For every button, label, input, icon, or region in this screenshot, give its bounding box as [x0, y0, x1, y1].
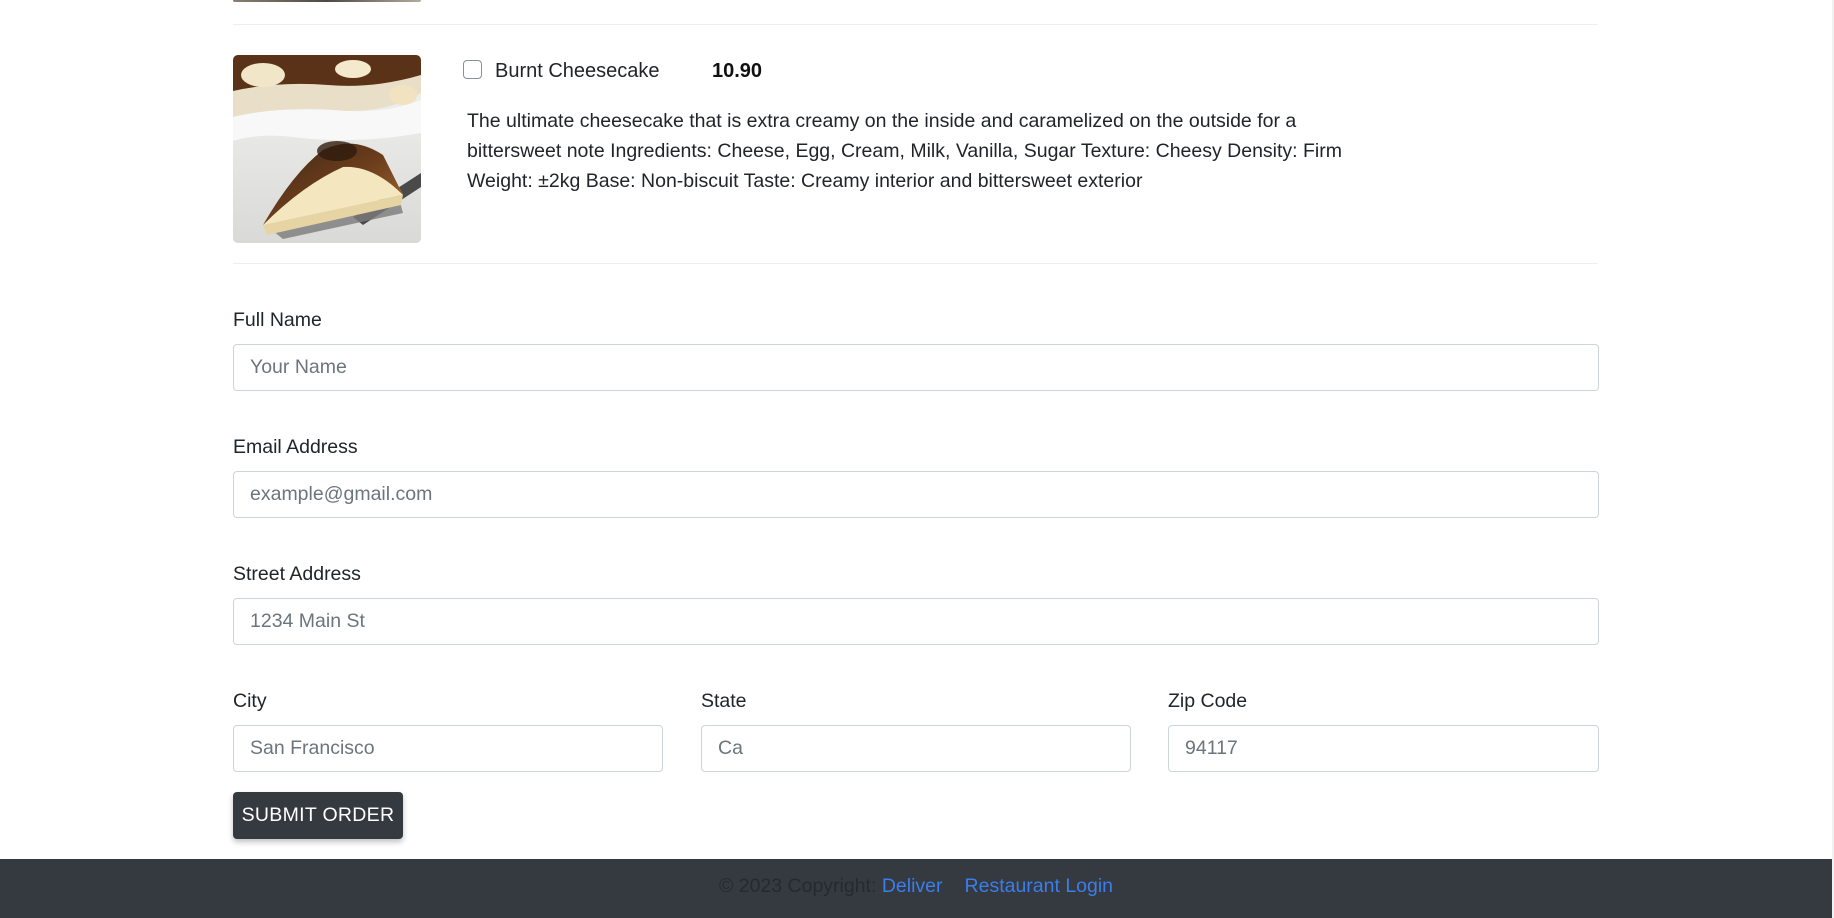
city-label: City: [233, 690, 267, 712]
item-divider-top: [233, 24, 1598, 25]
zip-code-label: Zip Code: [1168, 690, 1248, 712]
copyright-text: © 2023 Copyright:: [718, 875, 877, 897]
item-price: 10.90: [712, 60, 763, 82]
deliver-link[interactable]: Deliver: [882, 875, 943, 897]
cheesecake-image: [233, 55, 421, 243]
full-name-label: Full Name: [233, 309, 322, 331]
state-label: State: [701, 690, 747, 712]
street-address-label: Street Address: [233, 563, 361, 585]
previous-item-image: [233, 0, 421, 2]
submit-order-button[interactable]: SUBMIT ORDER: [233, 792, 403, 839]
item-description: The ultimate cheesecake that is extra cr…: [467, 110, 1342, 192]
footer-text: © 2023 Copyright: Deliver Restaurant Logi…: [0, 873, 1832, 899]
email-input[interactable]: [233, 471, 1599, 518]
item-select-checkbox[interactable]: [463, 60, 482, 79]
street-address-input[interactable]: [233, 598, 1599, 645]
state-input[interactable]: [701, 725, 1131, 772]
city-input[interactable]: [233, 725, 663, 772]
item-name: Burnt Cheesecake: [495, 60, 660, 82]
footer: © 2023 Copyright: Deliver Restaurant Logi…: [0, 859, 1832, 918]
item-divider-bottom: [233, 263, 1598, 264]
email-label: Email Address: [233, 436, 358, 458]
restaurant-login-link[interactable]: Restaurant Login: [965, 875, 1114, 897]
full-name-input[interactable]: [233, 344, 1599, 391]
zip-code-input[interactable]: [1168, 725, 1599, 772]
